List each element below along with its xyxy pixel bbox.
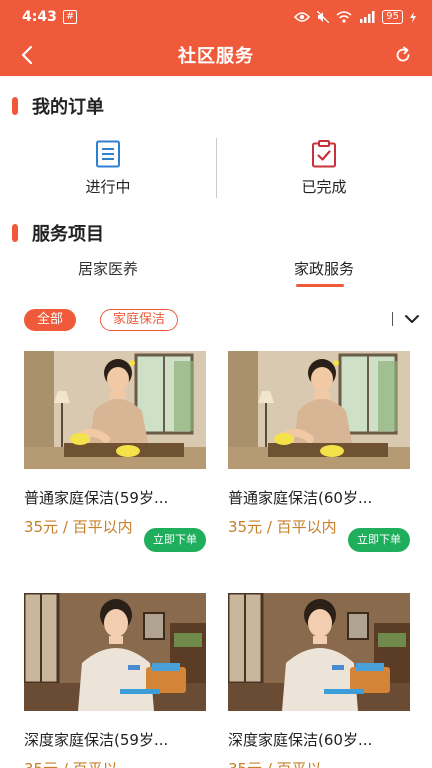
notification-icon: # (62, 10, 78, 24)
page-title: 社区服务 (178, 46, 254, 67)
service-tabs: 居家医养 家政服务 (0, 252, 432, 292)
filter-separator (392, 312, 393, 326)
order-completed[interactable]: 已完成 (216, 130, 432, 208)
document-list-icon (96, 140, 120, 168)
refresh-icon[interactable] (390, 42, 416, 68)
battery-icon: 95 (382, 10, 403, 24)
tab-label: 居家医养 (77, 260, 138, 278)
product-card[interactable]: 深度家庭保洁(60岁... 35元 / 百平以 (228, 593, 410, 768)
order-in-progress-label: 进行中 (85, 178, 131, 196)
tab-home-medical-care[interactable]: 居家医养 (0, 252, 216, 292)
product-name: 深度家庭保洁(59岁... (24, 731, 169, 749)
order-in-progress[interactable]: 进行中 (0, 130, 216, 208)
clipboard-check-icon (312, 140, 336, 168)
services-heading: 服务项目 (12, 220, 104, 246)
product-price: 35元 / 百平以 (228, 758, 338, 768)
order-completed-label: 已完成 (301, 178, 347, 196)
back-arrow-icon[interactable] (14, 42, 40, 68)
mute-icon (317, 11, 330, 23)
heading-accent-bar (12, 224, 18, 242)
product-image (24, 351, 206, 469)
product-card[interactable]: 深度家庭保洁(59岁... 35元 / 百平以 (24, 593, 206, 768)
chevron-down-icon[interactable] (402, 308, 422, 330)
divider (216, 138, 217, 198)
app-screen: 4:43 # 95 社区服务 我的订单 进行中 已完成 服务项目 居家医养 家政… (0, 0, 432, 768)
product-name: 普通家庭保洁(60岁... (228, 489, 373, 507)
services-title: 服务项目 (32, 224, 104, 245)
filter-chips: 全部 家庭保洁 (24, 308, 420, 332)
product-price: 35元 / 百平以内 (228, 518, 337, 536)
filter-chip-home-cleaning[interactable]: 家庭保洁 (100, 309, 179, 331)
product-image (24, 593, 206, 711)
status-icons: 95 (294, 10, 416, 24)
heading-accent-bar (12, 97, 18, 115)
product-name: 普通家庭保洁(59岁... (24, 489, 169, 507)
my-orders-title: 我的订单 (32, 97, 104, 118)
navbar: 社区服务 (0, 34, 432, 76)
product-card[interactable]: 普通家庭保洁(59岁... 35元 / 百平以内 立即下单 (24, 351, 206, 552)
status-time: 4:43 (22, 9, 57, 25)
order-now-button[interactable]: 立即下单 (144, 528, 206, 552)
product-price: 35元 / 百平以内 (24, 518, 133, 536)
eye-icon (294, 12, 311, 22)
product-card[interactable]: 普通家庭保洁(60岁... 35元 / 百平以内 立即下单 (228, 351, 410, 552)
wifi-icon (336, 11, 352, 23)
product-price: 35元 / 百平以 (24, 758, 134, 768)
header: 4:43 # 95 社区服务 (0, 0, 432, 76)
product-image (228, 593, 410, 711)
order-status-row: 进行中 已完成 (0, 130, 432, 208)
order-now-button[interactable]: 立即下单 (348, 528, 410, 552)
filter-chip-all[interactable]: 全部 (24, 309, 77, 331)
status-bar: 4:43 # 95 (0, 0, 432, 34)
signal-icon (360, 11, 375, 23)
tab-label: 家政服务 (293, 260, 354, 278)
my-orders-heading: 我的订单 (12, 93, 104, 119)
tab-housekeeping[interactable]: 家政服务 (216, 252, 432, 292)
product-name: 深度家庭保洁(60岁... (228, 731, 373, 749)
active-tab-indicator (296, 284, 344, 287)
charging-icon (410, 11, 416, 23)
product-image (228, 351, 410, 469)
